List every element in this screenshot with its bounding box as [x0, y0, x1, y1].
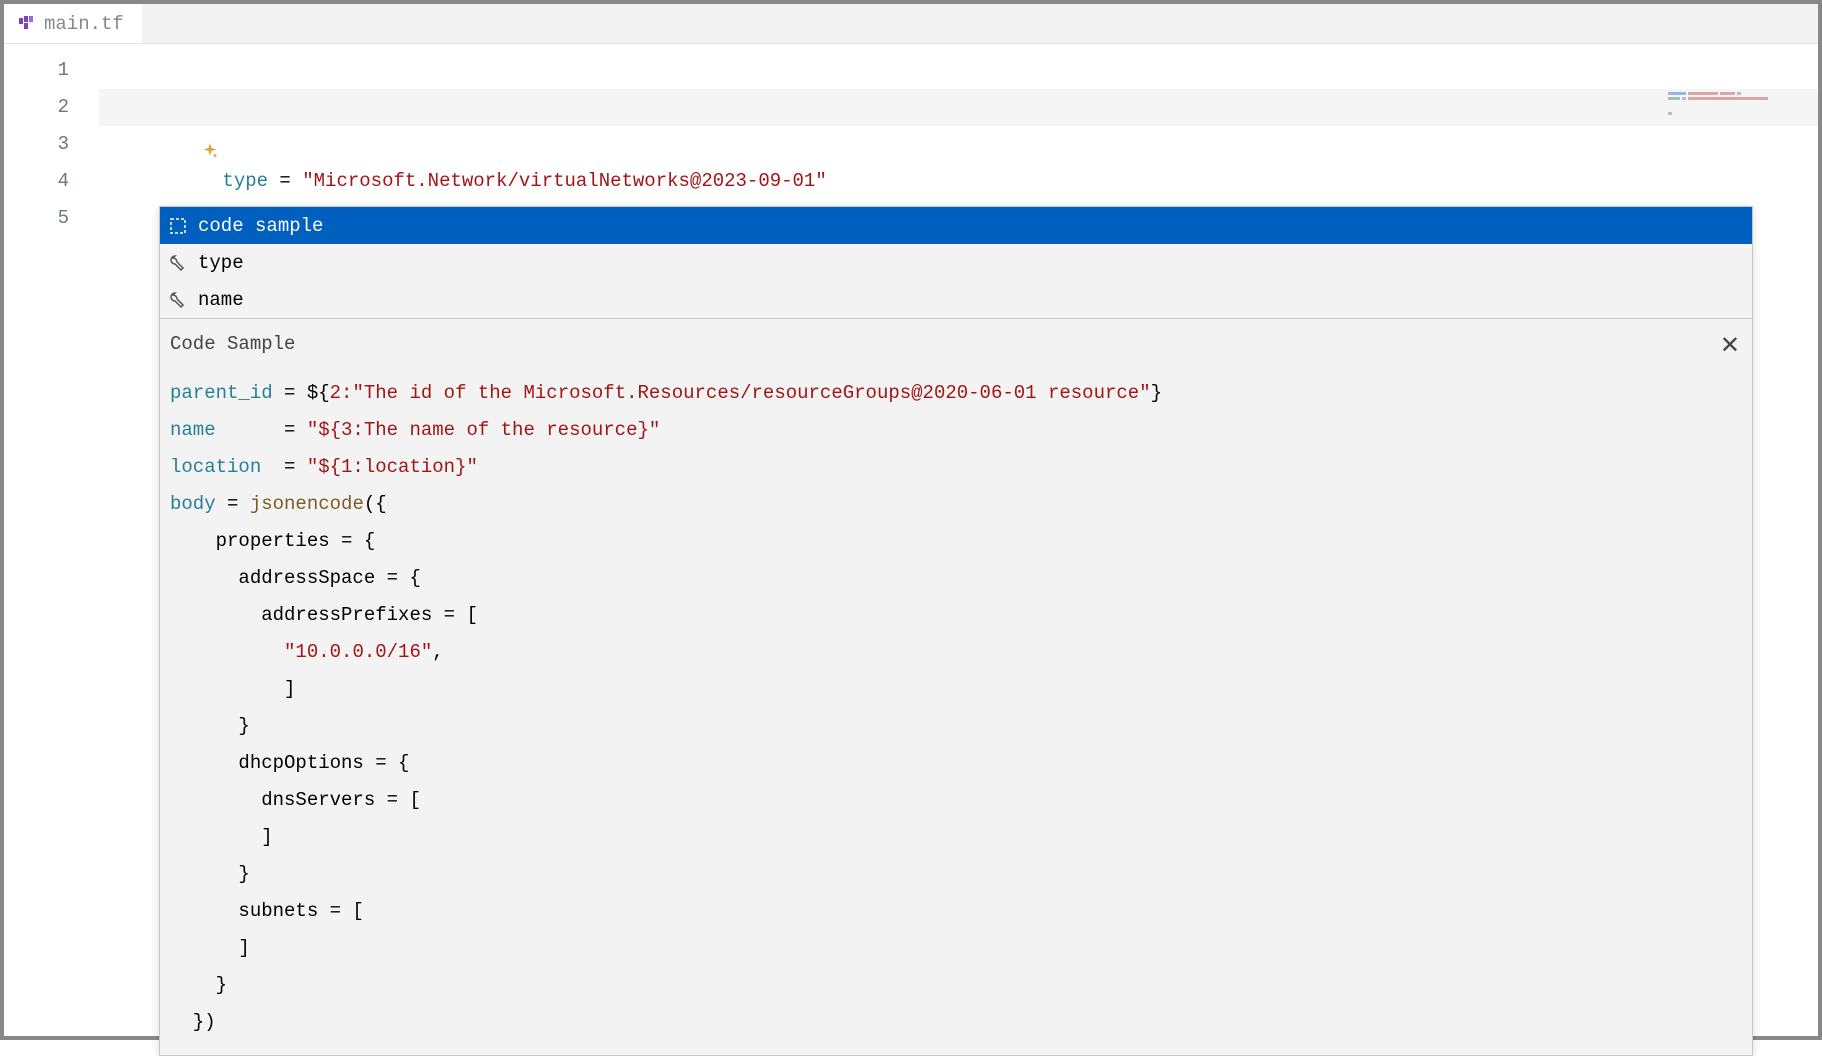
- line-number: 1: [4, 52, 69, 89]
- suggestion-detail-panel: Code Sample ✕ parent_id = ${2:"The id of…: [160, 318, 1752, 1055]
- line-number: 3: [4, 126, 69, 163]
- suggestion-label: type: [198, 252, 244, 274]
- close-detail-button[interactable]: ✕: [1720, 331, 1740, 361]
- line-number: 2: [4, 89, 69, 126]
- file-tab[interactable]: main.tf: [4, 4, 142, 43]
- code-line[interactable]: type = "Microsoft.Network/virtualNetwork…: [99, 89, 1818, 126]
- line-gutter: 1 2 3 4 5: [4, 44, 99, 1036]
- code-line[interactable]: resource "azapi_resource" "test" {: [99, 52, 1818, 89]
- property-icon: [168, 290, 188, 310]
- suggestion-label: code sample: [198, 215, 323, 237]
- detail-code-snippet: parent_id = ${2:"The id of the Microsoft…: [170, 375, 1742, 1041]
- detail-title: Code Sample: [170, 333, 1742, 355]
- minimap[interactable]: [1668, 92, 1798, 122]
- tab-filename: main.tf: [44, 13, 124, 35]
- code-line[interactable]: [99, 126, 1818, 163]
- suggestion-item-code-sample[interactable]: code sample: [160, 207, 1752, 244]
- code-editor[interactable]: 1 2 3 4 5 resource "azapi_resource" "tes…: [4, 44, 1818, 1036]
- suggestion-item-name[interactable]: name: [160, 281, 1752, 318]
- property-icon: [168, 253, 188, 273]
- suggestion-item-type[interactable]: type: [160, 244, 1752, 281]
- tab-bar: main.tf: [4, 4, 1818, 44]
- suggestion-list: code sample type name: [160, 207, 1752, 318]
- sparkle-icon: [111, 99, 127, 115]
- line-number: 4: [4, 163, 69, 200]
- code-line[interactable]: [99, 163, 1818, 200]
- suggestion-label: name: [198, 289, 244, 311]
- terraform-icon: [18, 15, 36, 33]
- intellisense-popup: code sample type name Code Sample ✕ pare…: [159, 206, 1753, 1056]
- line-number: 5: [4, 200, 69, 237]
- snippet-icon: [168, 216, 188, 236]
